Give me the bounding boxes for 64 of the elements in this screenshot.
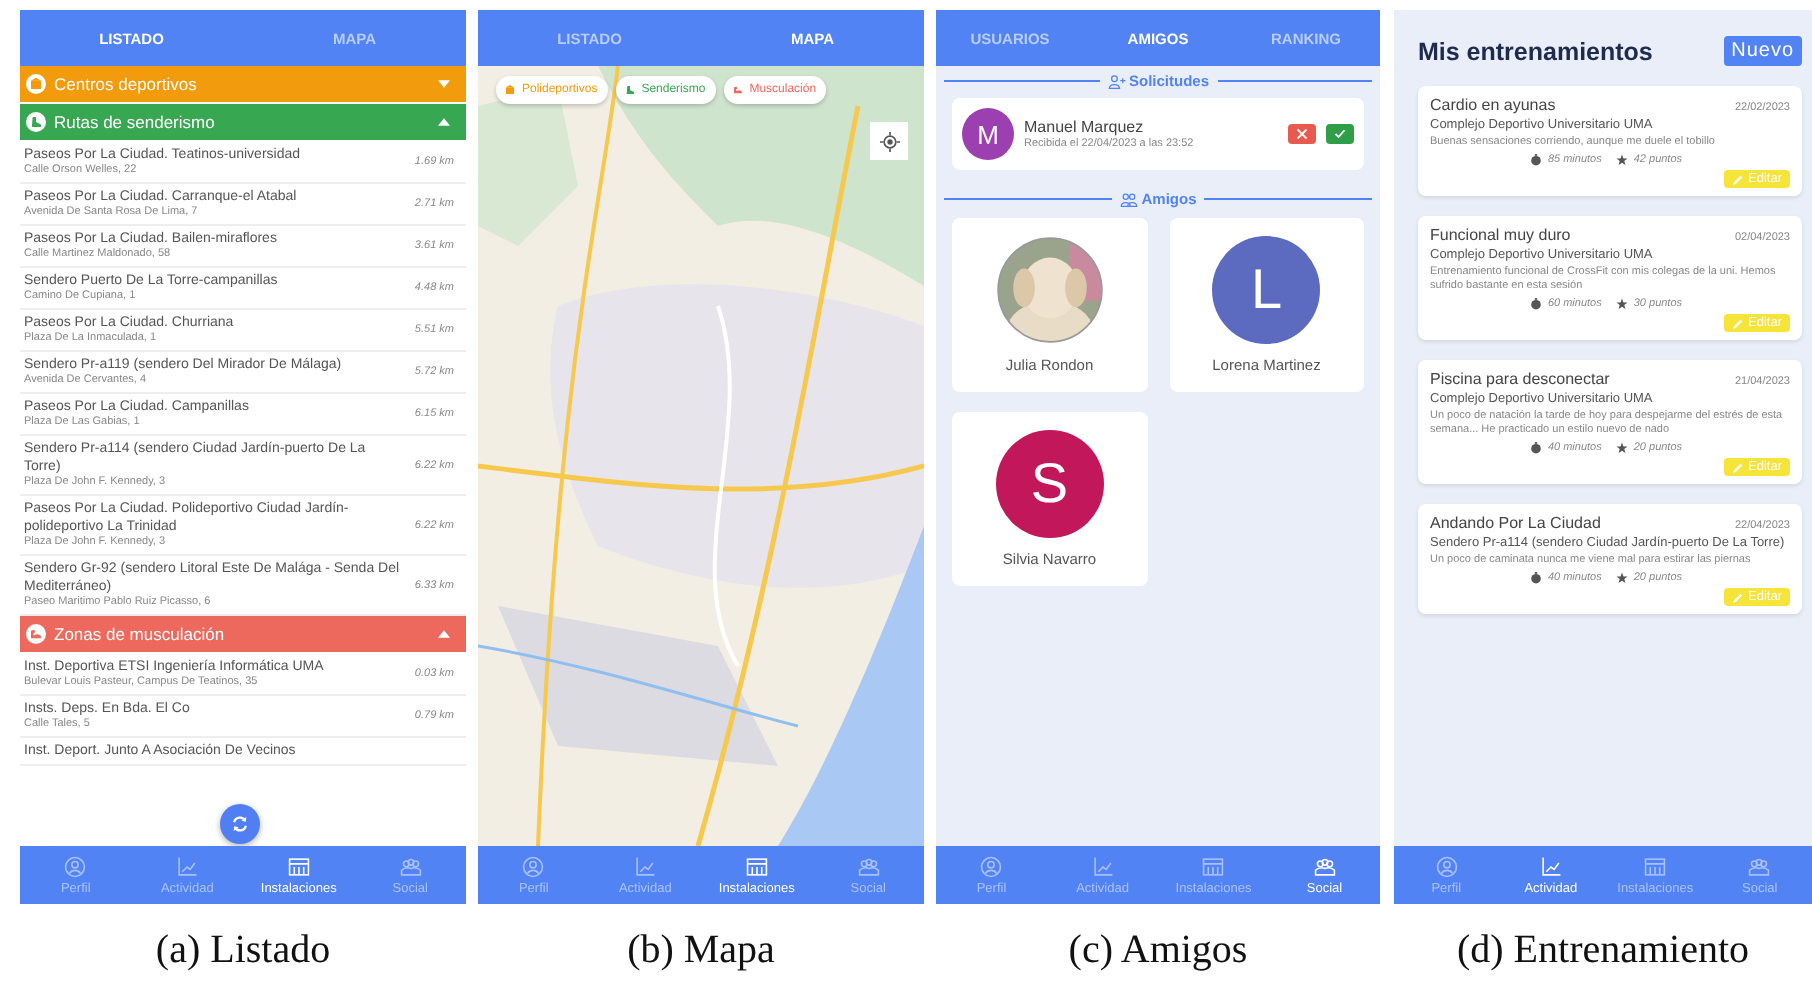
user-name: Manuel Marquez [1024, 118, 1146, 136]
star-icon [1615, 442, 1628, 454]
training-title: Cardio en ayunas [1430, 96, 1556, 114]
crosshair-icon [879, 131, 899, 151]
stopwatch-icon [1529, 154, 1542, 166]
arm-icon [26, 624, 46, 644]
caret-icon [438, 80, 450, 88]
training-title: Piscina para desconectar [1430, 370, 1610, 388]
pencil-icon [1732, 317, 1745, 329]
star-icon [1615, 154, 1628, 166]
training-title: Andando Por La Ciudad [1430, 514, 1601, 532]
figure-caption: (c) Amigos [1068, 928, 1248, 974]
stopwatch-icon [1529, 298, 1542, 310]
new-button[interactable]: Nuevo [1723, 36, 1802, 66]
building-icon [26, 74, 46, 94]
boot-icon [26, 112, 46, 132]
group-icon [857, 855, 880, 877]
star-icon [1615, 298, 1628, 310]
building-icon [745, 855, 768, 877]
figure-caption: (b) Mapa [627, 928, 775, 974]
caret-icon [438, 118, 450, 126]
pencil-icon [1732, 591, 1745, 603]
star-icon [1615, 572, 1628, 584]
pencil-icon [1732, 173, 1745, 185]
building-icon [1202, 855, 1225, 877]
chart-icon [1539, 855, 1562, 877]
avatar: M [962, 108, 1014, 160]
figure-caption: (d) Entrenamiento [1456, 928, 1750, 974]
building-icon [1644, 855, 1667, 877]
check-icon [1334, 128, 1346, 140]
boot-icon [621, 82, 638, 98]
person-icon [64, 855, 87, 877]
group-icon [399, 855, 422, 877]
refresh-button[interactable] [220, 804, 260, 844]
group-icon [1119, 191, 1138, 207]
training-title: Funcional muy duro [1430, 226, 1571, 244]
stopwatch-icon [1529, 572, 1542, 584]
building-icon [287, 855, 310, 877]
person-icon [522, 855, 545, 877]
avatar: L [1212, 236, 1321, 344]
reject-button[interactable] [1288, 124, 1316, 144]
person-add-icon [1107, 73, 1125, 89]
refresh-icon [230, 814, 250, 834]
accept-button[interactable] [1326, 124, 1354, 144]
chart-icon [1091, 855, 1114, 877]
caret-icon [438, 630, 450, 638]
figure-caption: (a) Listado [155, 928, 331, 974]
chart-icon [634, 855, 657, 877]
group-icon [1313, 855, 1336, 877]
close-icon [1296, 128, 1308, 140]
building-icon [502, 82, 518, 98]
arm-icon [729, 82, 746, 98]
section-header[interactable]: Centros deportivos [20, 66, 466, 104]
page-title: Mis entrenamientos [1418, 37, 1653, 65]
person-icon [1435, 855, 1458, 877]
pencil-icon [1732, 461, 1745, 473]
locate-button[interactable] [870, 122, 908, 160]
group-icon [1748, 855, 1771, 877]
section-header[interactable]: Rutas de senderismo [20, 104, 466, 142]
chart-icon [176, 855, 199, 877]
person-icon [980, 855, 1003, 877]
avatar: S [995, 430, 1104, 538]
stopwatch-icon [1529, 442, 1542, 454]
section-header[interactable]: Zonas de musculación [20, 616, 466, 654]
